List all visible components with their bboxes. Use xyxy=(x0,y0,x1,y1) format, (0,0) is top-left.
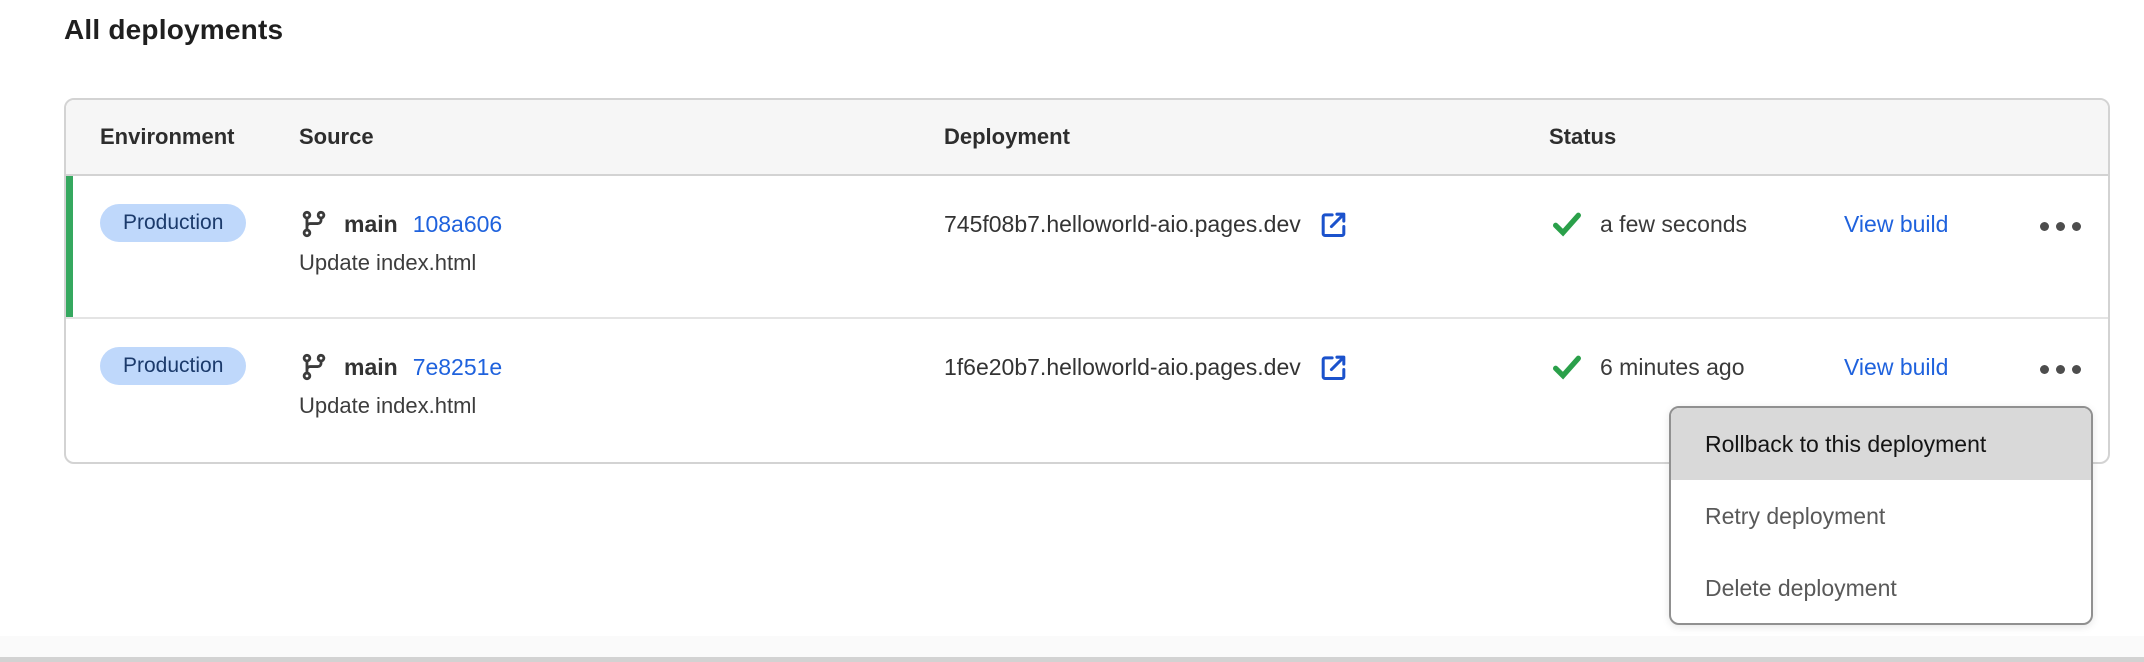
col-header-status: Status xyxy=(1549,124,2108,150)
dot xyxy=(2040,365,2049,374)
dot xyxy=(2072,365,2081,374)
view-build-link[interactable]: View build xyxy=(1844,354,1948,380)
source-cell: main 108a606 Update index.html xyxy=(299,204,944,278)
view-build-cell: View build xyxy=(1844,204,2034,248)
dot xyxy=(2056,222,2065,231)
page-title: All deployments xyxy=(64,14,283,46)
external-link-icon[interactable] xyxy=(1317,208,1350,241)
status-time: a few seconds xyxy=(1600,204,1747,244)
menu-item-delete[interactable]: Delete deployment xyxy=(1671,552,2091,624)
environment-badge: Production xyxy=(100,204,246,242)
view-build-cell: View build xyxy=(1844,347,2034,391)
environment-badge: Production xyxy=(100,347,246,385)
menu-item-retry[interactable]: Retry deployment xyxy=(1671,480,2091,552)
view-build-link[interactable]: View build xyxy=(1844,211,1948,237)
table-row: Production main 108a606 Update index.htm… xyxy=(66,176,2108,319)
col-header-deployment: Deployment xyxy=(944,124,1549,150)
check-icon xyxy=(1549,208,1585,240)
commit-link[interactable]: 7e8251e xyxy=(413,347,503,387)
dot xyxy=(2040,222,2049,231)
actions-cell xyxy=(2034,347,2108,390)
bottom-section-band xyxy=(0,636,2144,657)
check-icon xyxy=(1549,351,1585,383)
environment-cell: Production xyxy=(100,204,299,245)
actions-cell xyxy=(2034,204,2108,247)
commit-message: Update index.html xyxy=(299,248,944,278)
source-cell: main 7e8251e Update index.html xyxy=(299,347,944,421)
status-cell: a few seconds xyxy=(1549,204,1844,244)
commit-link[interactable]: 108a606 xyxy=(413,204,503,244)
col-header-source: Source xyxy=(299,124,944,150)
deployment-cell: 1f6e20b7.helloworld-aio.pages.dev xyxy=(944,347,1549,387)
branch-name: main xyxy=(344,347,398,387)
git-branch-icon xyxy=(299,352,329,382)
status-time: 6 minutes ago xyxy=(1600,347,1744,387)
ellipsis-icon[interactable] xyxy=(2034,357,2087,382)
git-branch-icon xyxy=(299,209,329,239)
col-header-environment: Environment xyxy=(100,124,299,150)
current-deployment-indicator xyxy=(66,176,73,317)
deployment-context-menu: Rollback to this deployment Retry deploy… xyxy=(1669,406,2093,625)
dot xyxy=(2072,222,2081,231)
status-cell: 6 minutes ago xyxy=(1549,347,1844,387)
menu-item-rollback[interactable]: Rollback to this deployment xyxy=(1671,408,2091,480)
deployment-cell: 745f08b7.helloworld-aio.pages.dev xyxy=(944,204,1549,244)
deployment-url: 745f08b7.helloworld-aio.pages.dev xyxy=(944,204,1301,244)
external-link-icon[interactable] xyxy=(1317,351,1350,384)
branch-name: main xyxy=(344,204,398,244)
ellipsis-icon[interactable] xyxy=(2034,214,2087,239)
table-header-row: Environment Source Deployment Status xyxy=(66,100,2108,176)
deployment-url: 1f6e20b7.helloworld-aio.pages.dev xyxy=(944,347,1301,387)
commit-message: Update index.html xyxy=(299,391,944,421)
dot xyxy=(2056,365,2065,374)
bottom-divider xyxy=(0,657,2144,662)
environment-cell: Production xyxy=(100,347,299,388)
